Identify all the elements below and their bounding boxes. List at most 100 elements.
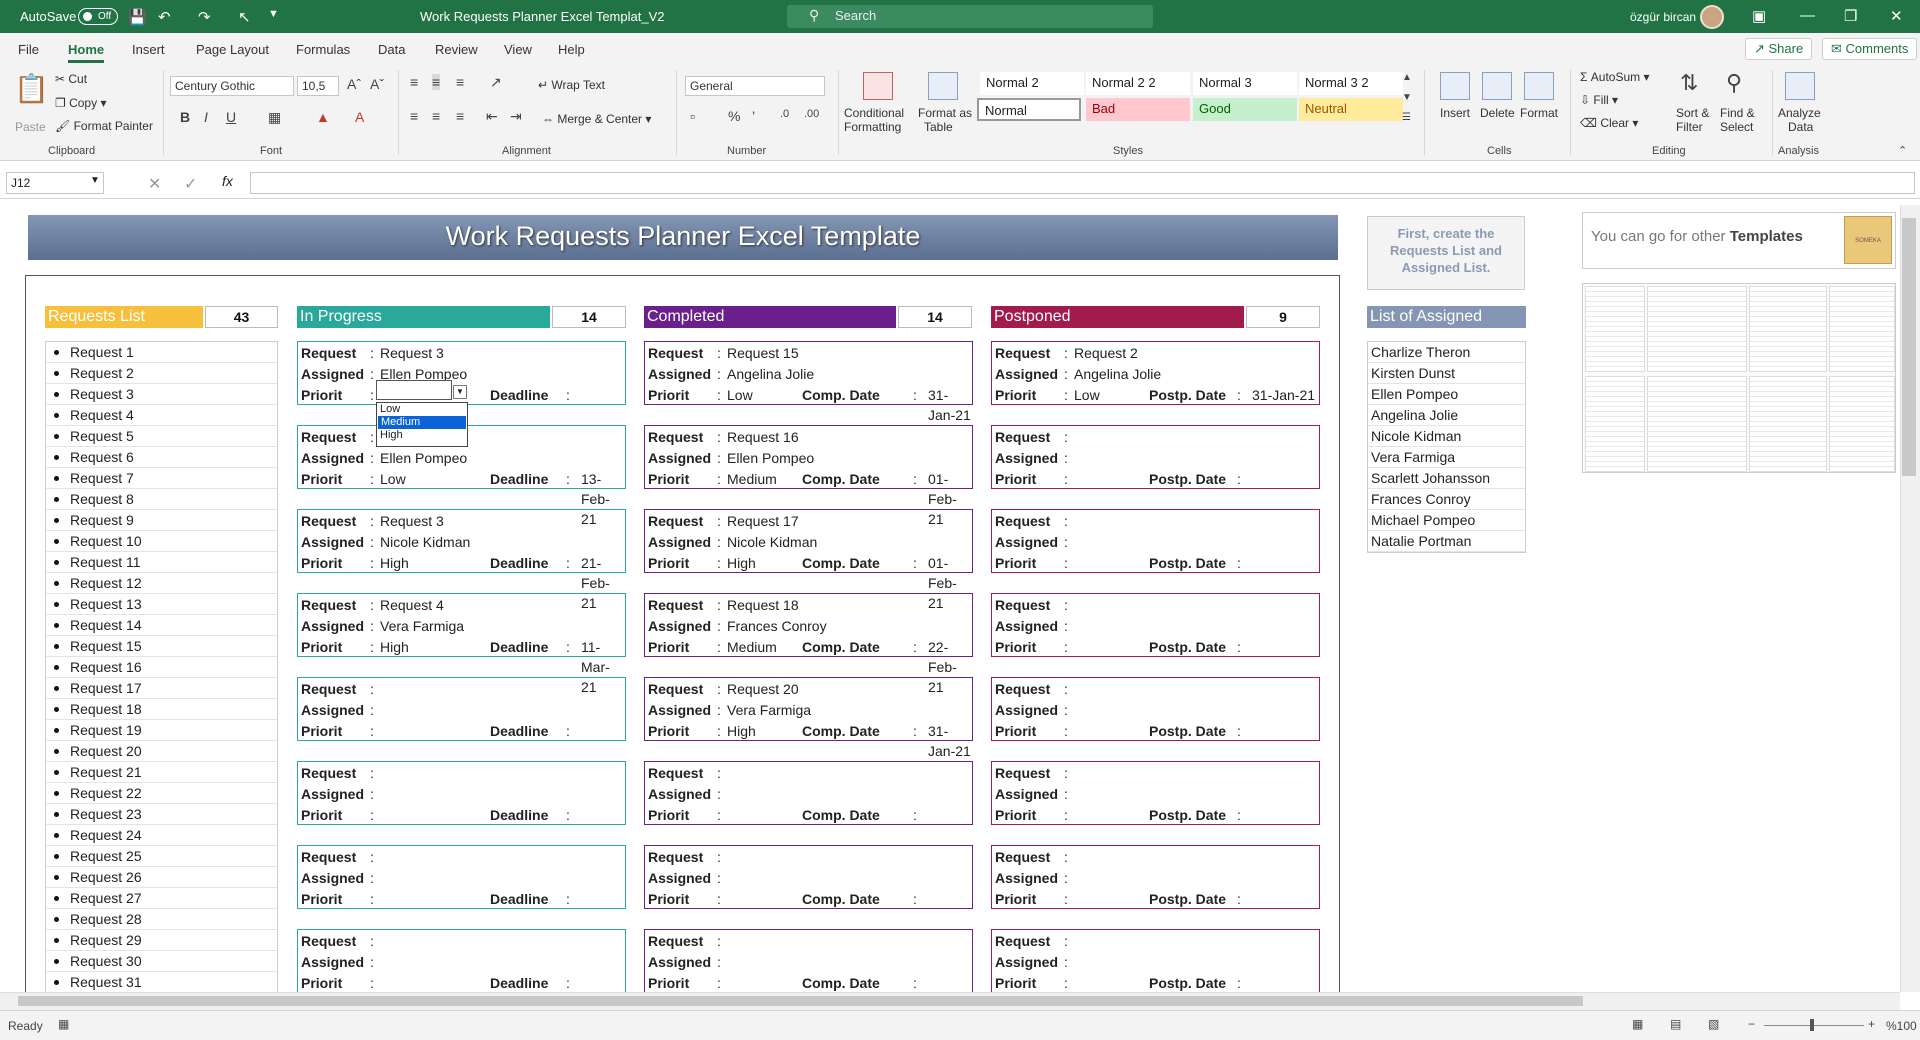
list-item[interactable]: Request 31 [46,972,277,992]
share-button[interactable]: ↗ Share [1745,38,1813,60]
card-date-value[interactable]: 31-Jan-21 [928,721,972,761]
conditional-formatting-button[interactable]: Conditional [844,106,904,120]
format-as-table-icon[interactable] [928,72,958,100]
undo-icon[interactable]: ↶ [158,8,171,26]
postponed-card[interactable]: Request: Assigned: Priorit: Postp. Date: [991,677,1320,741]
completed-card[interactable]: Request: Assigned: Priorit: Comp. Date: [644,845,973,909]
borders-icon[interactable]: ▦ [268,109,281,126]
paste-button[interactable]: Paste [15,120,46,134]
tab-view[interactable]: View [504,42,532,57]
normal-view-icon[interactable]: ▦ [1632,1017,1643,1031]
list-item[interactable]: Request 20 [46,741,277,762]
list-item[interactable]: Request 18 [46,699,277,720]
list-item[interactable]: Request 17 [46,678,277,699]
horizontal-scroll-thumb[interactable] [18,996,1583,1006]
align-middle-icon[interactable]: ≡ [432,74,441,90]
card-priority-value[interactable]: Low [1074,385,1100,405]
list-item[interactable]: Request 12 [46,573,277,594]
card-request-value[interactable]: Request 20 [727,679,799,699]
card-assigned-value[interactable]: Vera Farmiga [727,700,811,720]
dropdown-option-medium[interactable]: Medium [378,416,466,429]
dropdown-arrow-icon[interactable]: ▼ [453,385,467,399]
worksheet[interactable]: Work Requests Planner Excel Template Req… [0,205,1900,992]
card-assigned-value[interactable]: Frances Conroy [727,616,827,636]
font-color-icon[interactable]: A [355,109,364,125]
insert-function-icon[interactable]: fx [222,173,233,189]
card-priority-value[interactable]: Low [380,469,406,489]
zoom-slider-thumb[interactable] [1810,1019,1814,1031]
tab-review[interactable]: Review [435,42,478,57]
list-item[interactable]: Request 1 [46,342,277,363]
list-item[interactable]: Natalie Portman [1368,531,1525,552]
template-thumbnails[interactable] [1582,283,1896,473]
underline-icon[interactable]: U [226,109,236,125]
tab-help[interactable]: Help [558,42,585,57]
template-thumbnail[interactable] [1647,286,1747,372]
align-left-icon[interactable]: ≡ [410,108,418,124]
collapse-ribbon-icon[interactable]: ⌃ [1898,144,1907,157]
list-item[interactable]: Request 7 [46,468,277,489]
format-cells-icon[interactable] [1524,72,1554,100]
cell-style-neutral[interactable]: Neutral [1299,98,1403,121]
list-item[interactable]: Request 10 [46,531,277,552]
cell-style-bad[interactable]: Bad [1086,98,1190,121]
card-assigned-value[interactable]: Nicole Kidman [727,532,817,552]
format-as-table-button[interactable]: Format as [918,106,972,120]
card-request-value[interactable]: Request 3 [380,511,444,531]
zoom-in-icon[interactable]: + [1868,1017,1875,1031]
list-item[interactable]: Frances Conroy [1368,489,1525,510]
page-layout-view-icon[interactable]: ▤ [1670,1017,1681,1031]
enter-icon[interactable]: ✓ [184,174,197,194]
align-bottom-icon[interactable]: ≡ [456,74,464,90]
minimize-icon[interactable]: — [1800,7,1815,24]
cell-style-good[interactable]: Good [1193,98,1297,121]
list-item[interactable]: Request 5 [46,426,277,447]
copy-button[interactable]: ❐ Copy ▾ [55,96,106,110]
accounting-format-icon[interactable]: ▫ [690,108,695,124]
card-request-value[interactable]: Request 2 [1074,343,1138,363]
list-item[interactable]: Request 22 [46,783,277,804]
close-icon[interactable]: ✕ [1890,7,1903,25]
list-item[interactable]: Request 21 [46,762,277,783]
postponed-card[interactable]: Request: Assigned: Priorit: Postp. Date: [991,761,1320,825]
align-right-icon[interactable]: ≡ [456,108,464,124]
decrease-font-icon[interactable]: Aˇ [370,76,384,92]
cut-button[interactable]: ✂ Cut [55,72,87,86]
list-item[interactable]: Scarlett Johansson [1368,468,1525,489]
increase-font-icon[interactable]: Aˆ [347,76,361,92]
template-thumbnail[interactable] [1829,376,1895,472]
cell-style-normal-2-2[interactable]: Normal 2 2 [1086,72,1190,95]
customize-qat-icon[interactable]: ▼ [268,8,279,20]
card-priority-value[interactable]: High [380,553,409,573]
in-progress-card[interactable]: Request: Request 3 Assigned: Nicole Kidman P… [297,509,626,611]
dropdown-option-high[interactable]: High [377,429,467,442]
decrease-decimal-icon[interactable]: .00 [804,108,819,120]
clear-button[interactable]: ⌫ Clear ▾ [1580,116,1638,130]
tab-file[interactable]: File [18,42,39,57]
card-date-value[interactable]: 31-Jan-21 [928,385,972,425]
list-item[interactable]: Request 4 [46,405,277,426]
tab-data[interactable]: Data [378,42,405,57]
list-item[interactable]: Michael Pompeo [1368,510,1525,531]
document-title[interactable]: Work Requests Planner Excel Templat_V2 [420,9,664,24]
template-thumbnail[interactable] [1749,376,1827,472]
list-item[interactable]: Request 30 [46,951,277,972]
list-item[interactable]: Request 14 [46,615,277,636]
font-size-select[interactable]: 10,5 [297,76,339,96]
card-priority-value[interactable]: Medium [727,469,777,489]
tab-formulas[interactable]: Formulas [296,42,350,57]
card-request-value[interactable]: Request 4 [380,595,444,615]
postponed-card[interactable]: Request: Assigned: Priorit: Postp. Date: [991,425,1320,489]
completed-card[interactable]: Request: Request 16 Assigned: Ellen Pompeo P… [644,425,973,527]
font-name-select[interactable]: Century Gothic [170,76,294,96]
delete-cells-icon[interactable] [1482,72,1512,100]
card-request-value[interactable]: Request 17 [727,511,799,531]
priority-cell-selected[interactable] [376,380,452,400]
list-item[interactable]: Request 27 [46,888,277,909]
list-item[interactable]: Request 3 [46,384,277,405]
comma-style-icon[interactable]: ’ [752,108,755,124]
gallery-down-icon[interactable]: ▼ [1402,92,1412,103]
card-priority-value[interactable]: High [727,553,756,573]
card-request-value[interactable]: Request 16 [727,427,799,447]
insert-cells-button[interactable]: Insert [1440,106,1470,120]
